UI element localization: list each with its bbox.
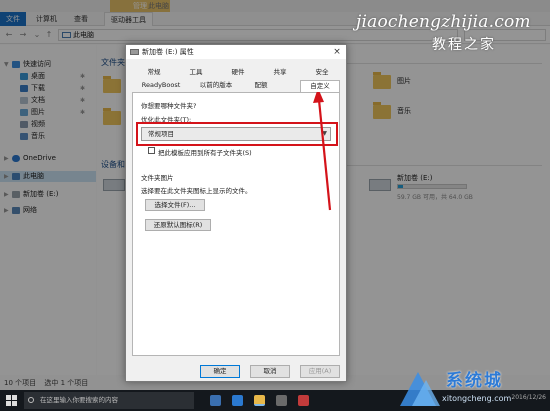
edge-browser-icon[interactable] [232, 395, 243, 406]
windows-logo-icon[interactable] [6, 395, 17, 406]
tab-quota[interactable]: 配额 [244, 80, 278, 91]
tab-previous-versions[interactable]: 以前的版本 [192, 80, 240, 91]
folder-images-label: 文件夹图片 [141, 174, 174, 182]
logo-sub: xitongcheng.com [442, 394, 512, 403]
tab-customize[interactable]: 自定义 [300, 80, 340, 92]
tab-hardware[interactable]: 硬件 [220, 67, 256, 78]
choose-file-button[interactable]: 选择文件(F)... [145, 199, 205, 211]
search-icon [28, 397, 34, 403]
ok-button[interactable]: 确定 [200, 365, 240, 378]
taskbar-search-placeholder: 在这里输入你要搜索的内容 [40, 396, 118, 404]
tab-general[interactable]: 常规 [136, 67, 172, 78]
tab-readyboost[interactable]: ReadyBoost [136, 80, 186, 91]
watermark-name: 教程之家 [432, 37, 496, 53]
cancel-button[interactable]: 取消 [250, 365, 290, 378]
apply-subfolders-label[interactable]: 把此模板应用到所有子文件夹(S) [158, 147, 252, 157]
store-icon[interactable] [276, 395, 287, 406]
tab-row-2: ReadyBoost 以前的版本 配额 自定义 [132, 80, 340, 92]
annotation-highlight-box [136, 122, 338, 146]
apply-subfolders-checkbox[interactable] [148, 147, 155, 154]
task-view-icon[interactable] [210, 395, 221, 406]
file-explorer-icon[interactable] [254, 395, 265, 406]
tab-sharing[interactable]: 共享 [262, 67, 298, 78]
watermark-url: jiaochengzhijia.com [356, 12, 531, 32]
customize-panel: 你想要哪种文件夹? 优化此文件夹(T): 常规项目 ▼ 把此模板应用到所有子文件… [132, 92, 340, 356]
apply-button[interactable]: 应用(A) [300, 365, 340, 378]
app-icon[interactable] [298, 395, 309, 406]
close-button[interactable]: × [330, 45, 344, 59]
tab-security[interactable]: 安全 [304, 67, 340, 78]
tab-tools[interactable]: 工具 [178, 67, 214, 78]
restore-default-icon-button[interactable]: 还原默认图标(R) [145, 219, 211, 231]
dialog-title: 新加卷 (E:) 属性 [142, 48, 194, 56]
tab-row-1: 常规 工具 硬件 共享 安全 [132, 67, 340, 78]
logo-text: 系统城 [446, 371, 503, 391]
dialog-title-bar[interactable]: 新加卷 (E:) 属性 × [126, 45, 346, 59]
folder-images-desc: 选择要在此文件夹图标上显示的文件。 [141, 187, 252, 195]
drive-icon [130, 49, 139, 55]
folder-type-question: 你想要哪种文件夹? [141, 102, 197, 110]
properties-dialog: 新加卷 (E:) 属性 × 常规 工具 硬件 共享 安全 ReadyBoost … [125, 44, 347, 382]
taskbar-search[interactable]: 在这里输入你要搜索的内容 [24, 392, 194, 409]
